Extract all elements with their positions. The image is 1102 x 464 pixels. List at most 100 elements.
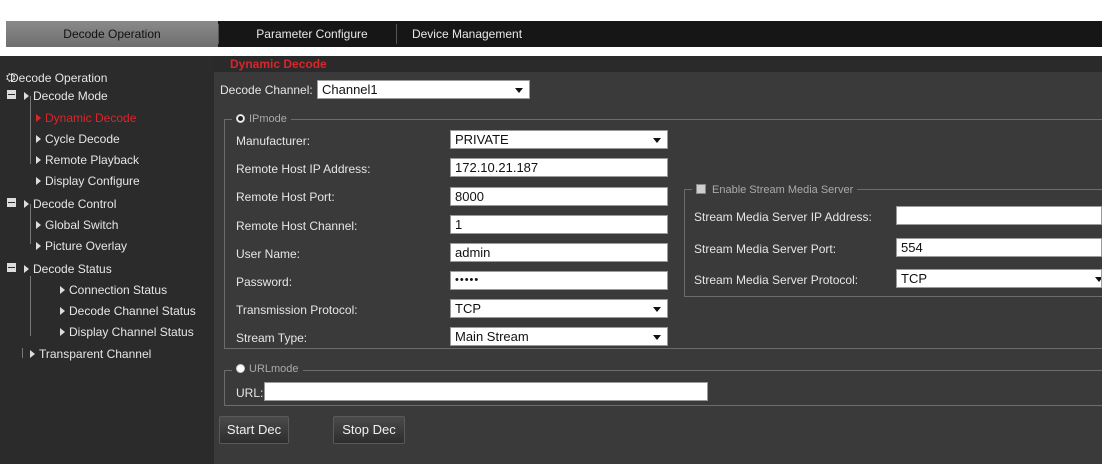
ipmode-radio[interactable]	[236, 114, 245, 123]
stream-media-ip-input[interactable]	[896, 206, 1102, 225]
section-header: Dynamic Decode	[214, 56, 1102, 72]
enable-stream-media-checkbox[interactable]	[696, 184, 706, 194]
tab-divider	[396, 24, 397, 44]
arrow-icon	[36, 177, 41, 185]
stream-media-port-input[interactable]: 554	[896, 238, 1102, 257]
stream-media-ip-label: Stream Media Server IP Address:	[694, 210, 872, 224]
tree-group-decode-mode[interactable]: Decode Mode	[24, 86, 108, 106]
tree-root-label: Decode Operation	[10, 71, 108, 85]
tree-item-remote-playback[interactable]: Remote Playback	[36, 150, 139, 170]
tree-item-label: Picture Overlay	[45, 239, 128, 253]
url-input[interactable]	[264, 382, 708, 401]
user-name-input[interactable]: admin	[450, 243, 668, 262]
tree-group-decode-control[interactable]: Decode Control	[24, 194, 116, 214]
tab-strip: Decode Operation Parameter Configure Dev…	[6, 21, 1102, 47]
tree-root-decode-operation[interactable]: Decode Operation	[10, 68, 107, 88]
stream-type-select[interactable]: Main Stream	[450, 327, 668, 346]
url-label: URL:	[236, 386, 264, 400]
collapse-icon[interactable]	[7, 198, 16, 207]
start-dec-button[interactable]: Start Dec	[219, 416, 289, 444]
stream-media-protocol-label: Stream Media Server Protocol:	[694, 273, 859, 287]
remote-host-ip-input[interactable]: 172.10.21.187	[450, 158, 668, 177]
chevron-down-icon	[1095, 277, 1101, 282]
stream-type-label: Stream Type:	[236, 331, 308, 345]
arrow-icon	[30, 350, 35, 358]
tree-item-label: Decode Channel Status	[69, 304, 196, 318]
collapse-icon[interactable]	[7, 263, 16, 272]
tab-decode-operation[interactable]: Decode Operation	[6, 21, 218, 47]
top-bar: Decode Operation Parameter Configure Dev…	[0, 0, 1102, 56]
stop-dec-button[interactable]: Stop Dec	[333, 416, 405, 444]
urlmode-label: URLmode	[249, 363, 299, 375]
arrow-icon	[36, 114, 41, 122]
urlmode-radio[interactable]	[236, 364, 245, 373]
tree-line	[22, 348, 23, 358]
tree-group-label: Decode Control	[33, 197, 117, 211]
password-input[interactable]: •••••	[450, 271, 668, 290]
tab-device-management[interactable]: Device Management	[402, 21, 532, 47]
ipmode-legend[interactable]: IPmode	[232, 112, 291, 126]
tree-item-cycle-decode[interactable]: Cycle Decode	[36, 129, 120, 149]
transmission-protocol-value: TCP	[455, 301, 481, 316]
tree-item-label: Display Channel Status	[69, 325, 194, 339]
chevron-down-icon	[515, 88, 523, 93]
arrow-icon	[24, 265, 29, 273]
arrow-icon	[24, 92, 29, 100]
stream-media-protocol-select[interactable]: TCP	[896, 269, 1102, 288]
collapse-icon[interactable]	[7, 90, 16, 99]
decode-channel-value: Channel1	[322, 82, 378, 97]
remote-host-port-label: Remote Host Port:	[236, 190, 335, 204]
tree-item-global-switch[interactable]: Global Switch	[36, 215, 118, 235]
tree-item-display-channel-status[interactable]: Display Channel Status	[60, 322, 194, 342]
user-name-label: User Name:	[236, 247, 301, 261]
stream-media-legend[interactable]: Enable Stream Media Server	[692, 183, 858, 197]
manufacturer-label: Manufacturer:	[236, 134, 311, 148]
tree-item-picture-overlay[interactable]: Picture Overlay	[36, 236, 127, 256]
ipmode-label: IPmode	[249, 113, 287, 125]
remote-host-port-input[interactable]: 8000	[450, 187, 668, 206]
tree-item-connection-status[interactable]: Connection Status	[60, 280, 167, 300]
arrow-icon	[60, 286, 65, 294]
arrow-icon	[60, 328, 65, 336]
stream-type-value: Main Stream	[455, 329, 529, 344]
tree-item-label: Display Configure	[45, 174, 140, 188]
transmission-protocol-label: Transmission Protocol:	[236, 303, 358, 317]
tree-line	[30, 96, 31, 164]
main-panel: Dynamic Decode Decode Channel: Channel1 …	[214, 56, 1102, 464]
manufacturer-select[interactable]: PRIVATE	[450, 130, 668, 149]
tree-group-decode-status[interactable]: Decode Status	[24, 259, 112, 279]
tree-item-dynamic-decode[interactable]: Dynamic Decode	[36, 108, 136, 128]
urlmode-legend[interactable]: URLmode	[232, 362, 303, 376]
stream-media-legend-label: Enable Stream Media Server	[712, 184, 854, 196]
arrow-icon	[36, 242, 41, 250]
chevron-down-icon	[653, 335, 661, 340]
arrow-icon	[60, 307, 65, 315]
chevron-down-icon	[653, 138, 661, 143]
tree-item-label: Global Switch	[45, 218, 119, 232]
tab-parameter-configure[interactable]: Parameter Configure	[234, 21, 390, 47]
remote-host-channel-label: Remote Host Channel:	[236, 219, 358, 233]
arrow-icon	[36, 135, 41, 143]
decode-channel-select[interactable]: Channel1	[317, 80, 530, 99]
tree-item-label: Connection Status	[69, 283, 168, 297]
navigation-tree: ⛭ Decode Operation Decode Mode Dynamic D…	[0, 56, 214, 464]
tree-line	[30, 276, 31, 336]
tree-item-decode-channel-status[interactable]: Decode Channel Status	[60, 301, 196, 321]
arrow-icon	[36, 221, 41, 229]
transmission-protocol-select[interactable]: TCP	[450, 299, 668, 318]
password-label: Password:	[236, 275, 293, 289]
tab-divider	[218, 24, 219, 44]
tree-item-label: Cycle Decode	[45, 132, 120, 146]
tree-item-label: Transparent Channel	[39, 347, 152, 361]
tree-item-display-configure[interactable]: Display Configure	[36, 171, 140, 191]
stream-media-port-label: Stream Media Server Port:	[694, 242, 837, 256]
tree-item-transparent-channel[interactable]: Transparent Channel	[30, 344, 151, 364]
section-title: Dynamic Decode	[230, 57, 327, 71]
tree-group-label: Decode Status	[33, 262, 112, 276]
remote-host-ip-label: Remote Host IP Address:	[236, 162, 371, 176]
tree-item-label: Remote Playback	[45, 153, 140, 167]
remote-host-channel-input[interactable]: 1	[450, 215, 668, 234]
chevron-down-icon	[653, 307, 661, 312]
tree-group-label: Decode Mode	[33, 89, 108, 103]
stream-media-protocol-value: TCP	[901, 271, 927, 286]
